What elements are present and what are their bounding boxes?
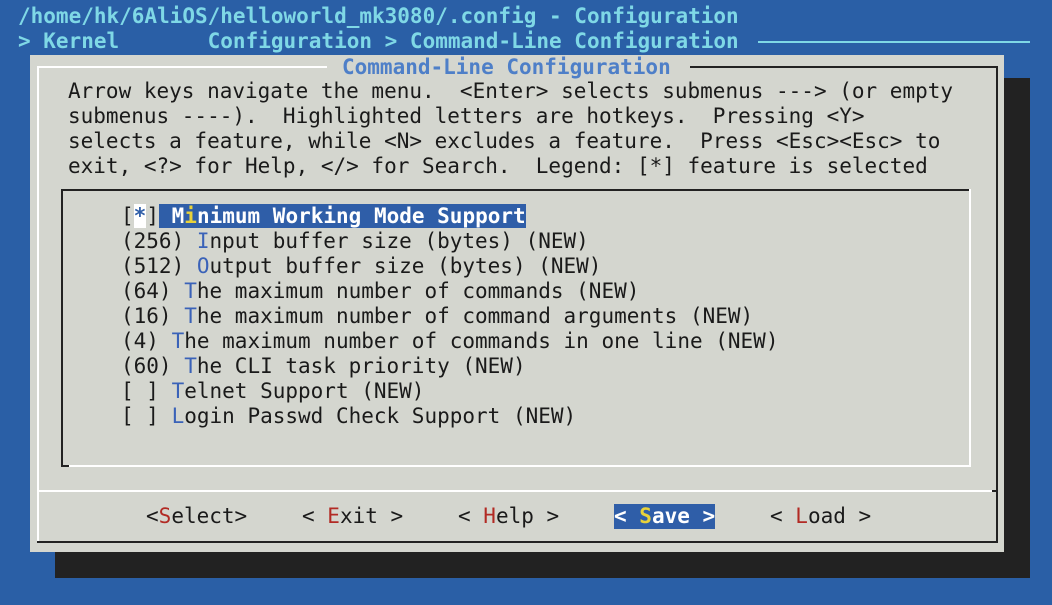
menu-item-label: nput buffer size (bytes) (NEW) (209, 229, 589, 253)
button-bracket: > (845, 504, 872, 528)
menu-item-label: he maximum number of command arguments (… (196, 304, 754, 328)
help-text-line: Arrow keys navigate the menu. <Enter> se… (68, 79, 954, 103)
button-bracket: > (689, 504, 716, 528)
dialog-border (37, 66, 39, 542)
button-label: oad (807, 504, 846, 528)
button-label: elect (171, 504, 235, 528)
help-text-line: exit, <?> for Help, </> for Search. Lege… (68, 154, 928, 178)
load-button[interactable]: < Load > (770, 504, 871, 529)
menu-item-minimum-working-mode[interactable]: [*] Minimum Working Mode Support (121, 204, 526, 229)
menu-item-prefix: (60) (121, 354, 185, 378)
menu-item-output-buffer-size[interactable]: (512) Output buffer size (bytes) (NEW) (121, 254, 601, 279)
menu-item-hotkey: T (184, 354, 197, 378)
button-hotkey: S (158, 504, 172, 528)
dialog-border (690, 66, 998, 68)
save-button[interactable]: < Save > (614, 504, 716, 529)
button-label: ave (651, 504, 690, 528)
menu-item-hotkey: T (171, 379, 185, 403)
help-text-line: selects a feature, while <N> excludes a … (68, 129, 941, 153)
button-bracket: > (533, 504, 560, 528)
button-hotkey: S (639, 504, 652, 528)
menu-item-telnet-support[interactable]: [ ] Telnet Support (NEW) (121, 379, 424, 404)
dialog-border (37, 541, 998, 543)
button-separator (992, 490, 998, 492)
button-bracket: < (146, 504, 159, 528)
breadcrumb: > Kernel Configuration > Command-Line Co… (18, 29, 739, 53)
menu-item-input-buffer-size[interactable]: (256) Input buffer size (bytes) (NEW) (121, 229, 589, 254)
menu-item-label: nimum Working Mode Support (196, 204, 526, 228)
select-button[interactable]: <Select> (146, 504, 247, 529)
menu-item-label: he maximum number of commands in one lin… (184, 329, 779, 353)
button-separator (37, 490, 992, 492)
dialog-border (37, 66, 327, 68)
button-bracket: < (614, 504, 640, 528)
menu-box-border (61, 189, 63, 467)
menu-item-lead: M (171, 204, 185, 228)
menu-item-hotkey: O (196, 254, 210, 278)
exit-button[interactable]: < Exit > (302, 504, 403, 529)
button-bracket: > (377, 504, 404, 528)
help-button[interactable]: < Help > (458, 504, 559, 529)
menu-item-prefix: (64) (121, 279, 185, 303)
menu-item-hotkey: I (196, 229, 210, 253)
menu-item-login-passwd-check[interactable]: [ ] Login Passwd Check Support (NEW) (121, 404, 576, 429)
menu-item-prefix: (4) (121, 329, 172, 353)
menu-item-max-commands[interactable]: (64) The maximum number of commands (NEW… (121, 279, 639, 304)
help-text-line: submenus ----). Highlighted letters are … (68, 104, 865, 128)
button-hotkey: H (483, 504, 496, 528)
button-bracket: > (234, 504, 248, 528)
button-label: elp (495, 504, 534, 528)
menu-item-prefix: (512) (121, 254, 197, 278)
menu-item-label: elnet Support (NEW) (184, 379, 425, 403)
button-hotkey: E (327, 504, 340, 528)
menu-item-label: he CLI task priority (NEW) (196, 354, 526, 378)
menu-item-max-command-arguments[interactable]: (16) The maximum number of command argum… (121, 304, 753, 329)
menu-item-hotkey: T (184, 304, 197, 328)
menu-box-border (61, 189, 969, 191)
dialog-title: Command-Line Configuration (342, 55, 671, 79)
menu-box-border (61, 465, 971, 467)
menu-item-label: he maximum number of commands (NEW) (196, 279, 640, 303)
menu-item-hotkey: T (184, 279, 197, 303)
menu-item-hotkey: T (171, 329, 185, 353)
button-bracket: < (458, 504, 484, 528)
menu-item-prefix: [ ] (121, 379, 172, 403)
button-bracket: < (302, 504, 328, 528)
window-title: /home/hk/6AliOS/helloworld_mk3080/.confi… (18, 4, 739, 28)
menu-item-label: utput buffer size (bytes) (NEW) (209, 254, 602, 278)
button-bracket: < (770, 504, 796, 528)
button-hotkey: L (795, 504, 808, 528)
menu-item-prefix: (16) (121, 304, 185, 328)
menu-item-prefix: (256) (121, 229, 197, 253)
menu-item-prefix: [ ] (121, 404, 172, 428)
menu-item-max-commands-per-line[interactable]: (4) The maximum number of commands in on… (121, 329, 778, 354)
menu-item-cli-task-priority[interactable]: (60) The CLI task priority (NEW) (121, 354, 526, 379)
menu-item-label: ogin Passwd Check Support (NEW) (184, 404, 577, 428)
menu-item-hotkey: i (184, 204, 197, 228)
menu-box-border (61, 465, 69, 467)
dialog-border (996, 66, 998, 542)
menu-item-hotkey: L (171, 404, 185, 428)
button-label: xit (339, 504, 378, 528)
menu-box-border (969, 189, 971, 467)
breadcrumb-rule (758, 41, 1030, 43)
